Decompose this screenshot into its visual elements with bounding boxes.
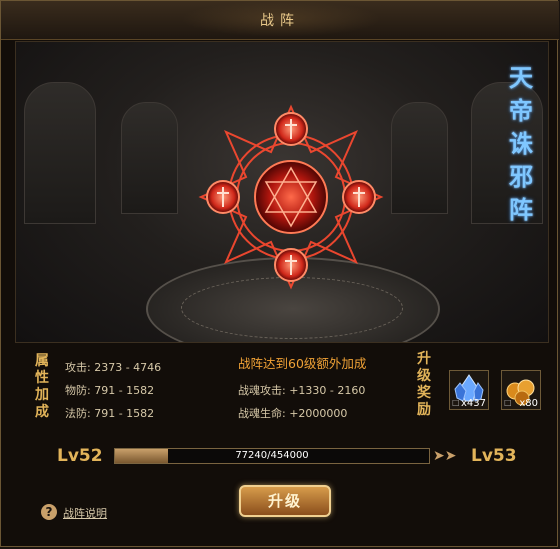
- formation-name-char: 阵: [509, 195, 533, 224]
- reward-count: x80: [519, 398, 538, 409]
- attribute-heading-char: 加: [35, 387, 49, 403]
- reward-heading-char: 升: [417, 351, 431, 367]
- title-bar: 战阵: [1, 1, 559, 40]
- background-arch-left: [24, 82, 96, 224]
- reward-item-gold-ore[interactable]: □ x80: [501, 370, 541, 410]
- formation-name-char: 诛: [509, 129, 533, 158]
- attribute-heading: 属 性 加 成: [35, 353, 53, 421]
- help-icon[interactable]: ?: [41, 504, 57, 520]
- attribute-magic-defense: 法防: 791 - 1582: [65, 407, 155, 420]
- formation-name-char: 帝: [509, 96, 533, 125]
- bonus-soul-hp: 战魂生命: +2000000: [238, 407, 348, 420]
- formation-scene: [15, 41, 549, 343]
- attribute-heading-char: 性: [35, 370, 49, 386]
- window-title: 战阵: [260, 13, 300, 29]
- next-level: Lv53: [471, 446, 517, 466]
- formation-sigil-icon: [198, 104, 384, 290]
- bound-lock-icon: □: [452, 398, 460, 407]
- reward-heading: 升 级 奖 励: [417, 351, 435, 419]
- formation-name-char: 天: [509, 63, 533, 92]
- attribute-attack: 攻击: 2373 - 4746: [65, 361, 162, 374]
- reward-count: x437: [460, 398, 486, 409]
- upgrade-button[interactable]: 升级: [239, 485, 331, 517]
- bound-lock-icon: □: [504, 398, 512, 407]
- level-arrow-icon: ➤➤: [433, 448, 457, 464]
- bonus-soul-attack: 战魂攻击: +1330 - 2160: [238, 384, 366, 397]
- level-progress-text: 77240/454000: [235, 450, 309, 461]
- bonus-title: 战阵达到60级额外加成: [238, 356, 367, 371]
- current-level: Lv52: [57, 446, 103, 466]
- attribute-heading-char: 属: [35, 353, 49, 369]
- formation-window: 战阵 天 帝 诛 邪 阵 属 性 加 成 攻击: 2373 - 4746 物防:…: [0, 0, 559, 547]
- formation-name-char: 邪: [509, 162, 533, 191]
- reward-item-crystal[interactable]: □ x437: [449, 370, 489, 410]
- background-arch-right-inner: [391, 102, 448, 214]
- attribute-physical-defense: 物防: 791 - 1582: [65, 384, 155, 397]
- reward-heading-char: 奖: [417, 385, 431, 401]
- level-progress-bar: 77240/454000: [114, 448, 430, 464]
- reward-heading-char: 级: [417, 368, 431, 384]
- reward-heading-char: 励: [417, 402, 431, 418]
- formation-name: 天 帝 诛 邪 阵: [507, 61, 535, 226]
- help-link[interactable]: 战阵说明: [63, 505, 107, 521]
- attribute-heading-char: 成: [35, 404, 49, 420]
- background-arch-left-inner: [121, 102, 178, 214]
